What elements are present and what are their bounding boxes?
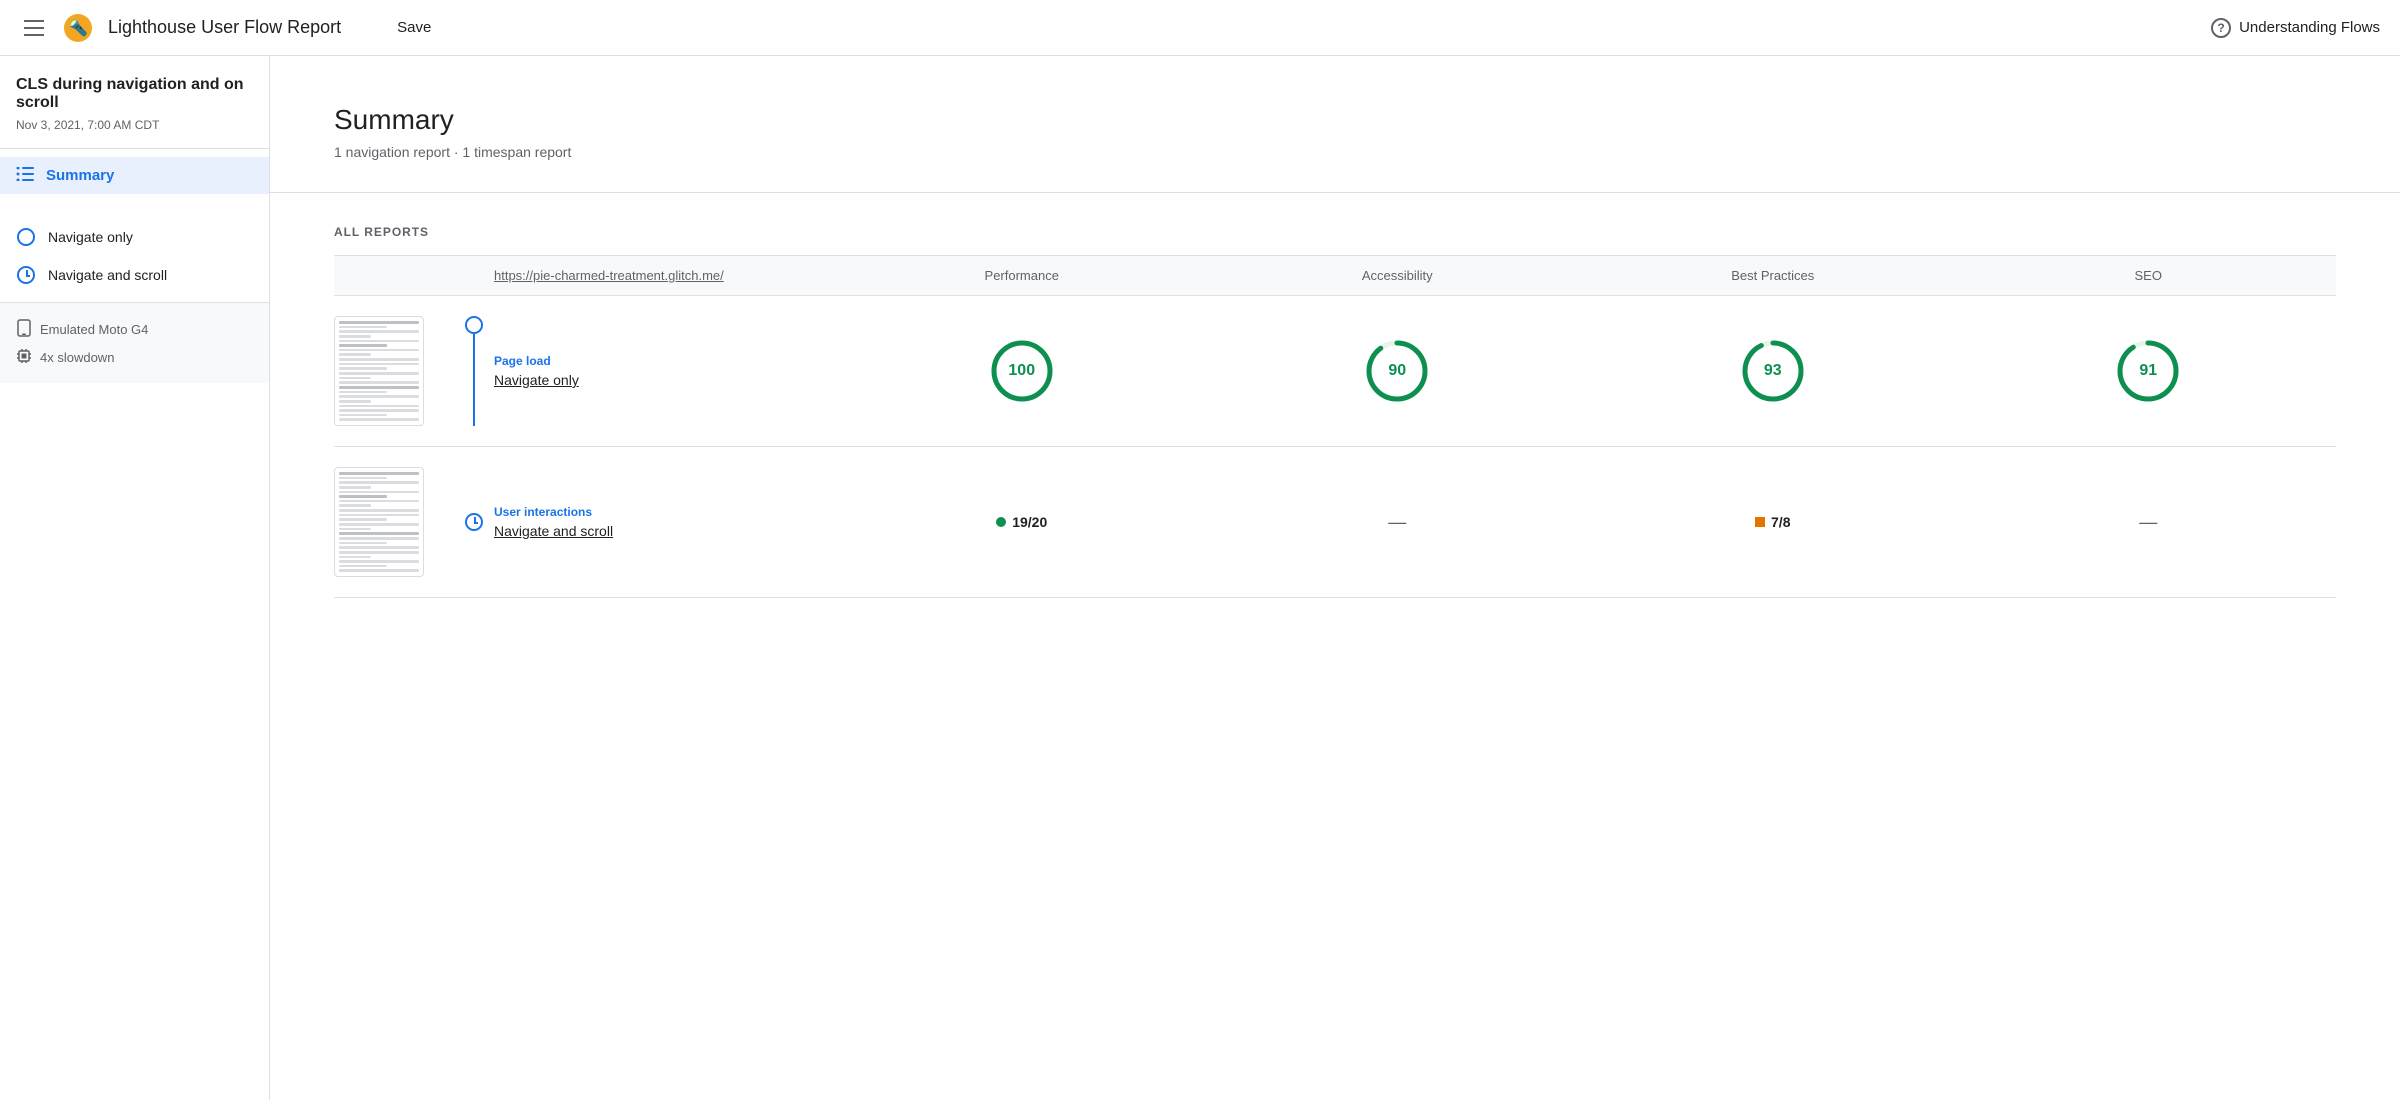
ts-seo-dash: — xyxy=(2139,512,2157,533)
performance-score-circle: 100 xyxy=(990,339,1054,403)
th-seo: SEO xyxy=(1961,268,2337,283)
thumbnail-navigate-scroll xyxy=(334,467,424,577)
row2-clock-icon xyxy=(465,513,483,531)
summary-sub: 1 navigation report · 1 timespan report xyxy=(334,144,2336,160)
accessibility-score-value: 90 xyxy=(1388,362,1406,380)
ts-green-dot xyxy=(996,517,1006,527)
list-icon xyxy=(16,167,34,184)
best-practices-score-circle: 93 xyxy=(1741,339,1805,403)
report-row-navigate-scroll: User interactions Navigate and scroll 19… xyxy=(334,447,2336,598)
lighthouse-logo-icon: 🔦 xyxy=(64,14,92,42)
save-button[interactable]: Save xyxy=(389,15,439,40)
content-area: Summary 1 navigation report · 1 timespan… xyxy=(270,56,2400,1100)
sidebar-project: CLS during navigation and on scroll Nov … xyxy=(0,56,269,149)
row1-best-practices: 93 xyxy=(1585,339,1961,403)
table-header: https://pie-charmed-treatment.glitch.me/… xyxy=(334,256,2336,296)
sidebar-flow-item-navigate-scroll[interactable]: Navigate and scroll xyxy=(16,256,253,294)
thumbnail-navigate-only xyxy=(334,316,424,426)
row1-name[interactable]: Navigate only xyxy=(494,372,834,388)
slowdown-label: 4x slowdown xyxy=(40,350,114,365)
understanding-flows-link[interactable]: ? Understanding Flows xyxy=(2211,18,2380,38)
understanding-flows-label: Understanding Flows xyxy=(2239,19,2380,36)
all-reports-label: ALL REPORTS xyxy=(334,225,2336,239)
row1-info: Page load Navigate only xyxy=(494,354,834,388)
row2-seo: — xyxy=(1961,512,2337,533)
device-emulation: Emulated Moto G4 xyxy=(16,315,253,344)
ts-performance-value: 19/20 xyxy=(1012,514,1047,530)
reports-section: ALL REPORTS https://pie-charmed-treatmen… xyxy=(270,193,2400,630)
help-icon: ? xyxy=(2211,18,2231,38)
row2-type: User interactions xyxy=(494,505,834,519)
row1-nav-icon xyxy=(465,316,483,334)
best-practices-score-value: 93 xyxy=(1764,362,1782,380)
clock-circle-icon xyxy=(17,266,35,284)
accessibility-score-circle: 90 xyxy=(1365,339,1429,403)
ts-accessibility-dash: — xyxy=(1388,512,1406,533)
main-layout: CLS during navigation and on scroll Nov … xyxy=(0,56,2400,1100)
header-left: 🔦 Lighthouse User Flow Report Save xyxy=(20,14,439,42)
cpu-icon xyxy=(16,348,32,367)
report-row-navigate-only: Page load Navigate only 100 xyxy=(334,296,2336,447)
th-performance: Performance xyxy=(834,268,1210,283)
project-date: Nov 3, 2021, 7:00 AM CDT xyxy=(16,118,253,132)
th-accessibility: Accessibility xyxy=(1210,268,1586,283)
th-url: https://pie-charmed-treatment.glitch.me/ xyxy=(494,268,834,283)
row1-accessibility: 90 xyxy=(1210,339,1586,403)
sidebar-flow-item-navigate-only[interactable]: Navigate only xyxy=(16,218,253,256)
sidebar-nav: Summary xyxy=(0,149,269,202)
row2-best-practices: 7/8 xyxy=(1585,514,1961,530)
ts-best-practices-value: 7/8 xyxy=(1771,514,1790,530)
summary-section: Summary 1 navigation report · 1 timespan… xyxy=(270,56,2400,193)
row1-connector-line xyxy=(473,334,476,426)
row1-seo: 91 xyxy=(1961,339,2337,403)
seo-score-value: 91 xyxy=(2139,362,2157,380)
menu-icon[interactable] xyxy=(20,16,48,40)
url-link[interactable]: https://pie-charmed-treatment.glitch.me/ xyxy=(494,268,724,283)
seo-score-circle: 91 xyxy=(2116,339,2180,403)
row2-info: User interactions Navigate and scroll xyxy=(494,505,834,539)
ts-best-practices-score: 7/8 xyxy=(1755,514,1790,530)
summary-label: Summary xyxy=(46,167,114,184)
row1-connector xyxy=(454,316,494,426)
flow-list: Navigate only Navigate and scroll xyxy=(0,202,269,294)
ts-orange-square xyxy=(1755,517,1765,527)
sidebar: CLS during navigation and on scroll Nov … xyxy=(0,56,270,1100)
row2-performance: 19/20 xyxy=(834,514,1210,530)
phone-icon xyxy=(16,319,32,340)
th-best-practices: Best Practices xyxy=(1585,268,1961,283)
row2-connector xyxy=(454,467,494,577)
sidebar-item-summary[interactable]: Summary xyxy=(0,157,269,194)
project-title: CLS during navigation and on scroll xyxy=(16,76,253,112)
summary-heading: Summary xyxy=(334,104,2336,136)
flow-connector-2 xyxy=(16,266,36,284)
performance-score-value: 100 xyxy=(1008,362,1035,380)
row1-performance: 100 xyxy=(834,339,1210,403)
row1-type: Page load xyxy=(494,354,834,368)
row2-accessibility: — xyxy=(1210,512,1586,533)
device-label: Emulated Moto G4 xyxy=(40,322,148,337)
app-header: 🔦 Lighthouse User Flow Report Save ? Und… xyxy=(0,0,2400,56)
sidebar-device-info: Emulated Moto G4 xyxy=(0,302,269,383)
app-title: Lighthouse User Flow Report xyxy=(108,17,341,38)
ts-performance-score: 19/20 xyxy=(996,514,1047,530)
sidebar-flow-label-navigate-only: Navigate only xyxy=(48,229,133,245)
row2-name[interactable]: Navigate and scroll xyxy=(494,523,834,539)
nav-circle-icon xyxy=(17,228,35,246)
device-slowdown: 4x slowdown xyxy=(16,344,253,371)
flow-connector-1 xyxy=(16,228,36,246)
sidebar-flow-label-navigate-scroll: Navigate and scroll xyxy=(48,267,167,283)
